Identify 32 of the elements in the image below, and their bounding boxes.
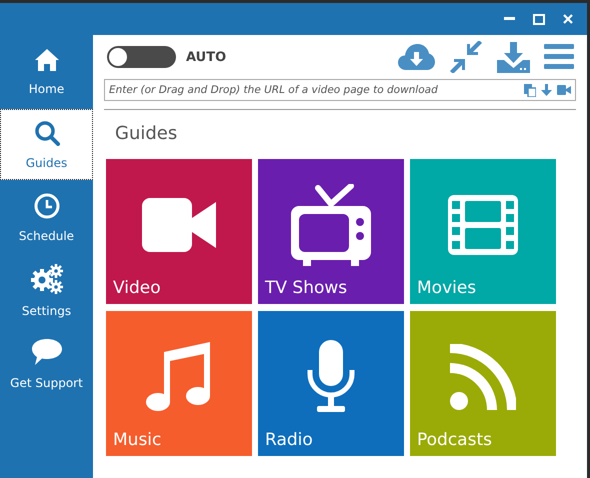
close-button[interactable] bbox=[563, 14, 573, 24]
music-notes-icon bbox=[146, 342, 212, 412]
cloud-download-button[interactable] bbox=[398, 43, 435, 71]
maximize-button[interactable] bbox=[533, 14, 545, 24]
url-field[interactable]: Enter (or Drag and Drop) the URL of a video page to download bbox=[104, 79, 576, 101]
sidebar-item[interactable]: Settings bbox=[0, 255, 93, 326]
sidebar-item[interactable]: Schedule bbox=[0, 182, 93, 253]
minimize-button[interactable] bbox=[504, 17, 515, 21]
section-title: Guides bbox=[115, 123, 178, 146]
clock-icon bbox=[34, 192, 60, 218]
auto-toggle[interactable] bbox=[107, 46, 176, 68]
download-tray-button[interactable] bbox=[497, 42, 530, 72]
guide-tile[interactable]: TV Shows bbox=[258, 159, 404, 304]
gears-icon bbox=[30, 264, 64, 294]
collapse-arrows-button[interactable] bbox=[449, 41, 483, 73]
home-icon bbox=[34, 48, 60, 72]
tv-icon bbox=[291, 184, 371, 266]
search-icon bbox=[34, 120, 60, 146]
auto-label: AUTO bbox=[186, 50, 226, 64]
sidebar-item[interactable]: Guides bbox=[0, 109, 93, 180]
video-camera-icon bbox=[142, 198, 216, 252]
rss-icon bbox=[450, 344, 516, 410]
sidebar-item[interactable]: Get Support bbox=[0, 328, 93, 399]
film-strip-icon bbox=[448, 194, 518, 254]
guide-tile[interactable]: Movies bbox=[410, 159, 556, 304]
speech-bubble-icon bbox=[30, 338, 62, 366]
sidebar-item[interactable]: Home bbox=[0, 36, 93, 107]
guide-tile[interactable]: Radio bbox=[258, 311, 404, 456]
guide-tile[interactable]: Video bbox=[106, 159, 252, 304]
microphone-icon bbox=[306, 340, 356, 414]
menu-button[interactable] bbox=[544, 44, 574, 70]
guide-tile[interactable]: Music bbox=[106, 311, 252, 456]
